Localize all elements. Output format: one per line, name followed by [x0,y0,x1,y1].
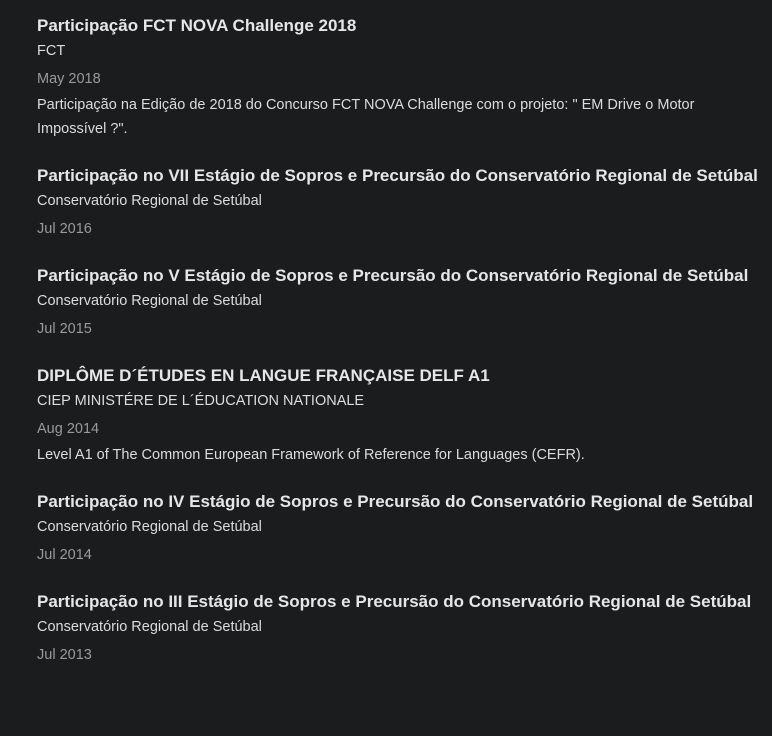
list-item: Participação no VII Estágio de Sopros e … [37,164,759,241]
item-title: Participação no VII Estágio de Sopros e … [37,166,758,185]
item-date: Aug 2014 [37,421,100,437]
item-date: Jul 2013 [37,647,92,663]
item-title: Participação FCT NOVA Challenge 2018 [37,16,357,35]
item-issuer: Conservatório Regional de Setúbal [37,293,262,309]
item-title: Participação no IV Estágio de Sopros e P… [37,492,754,511]
list-item: Participação FCT NOVA Challenge 2018 FCT… [37,14,759,141]
item-date: Jul 2016 [37,221,92,237]
item-date: Jul 2014 [37,547,92,563]
item-title: Participação no V Estágio de Sopros e Pr… [37,266,749,285]
list-item: Participação no V Estágio de Sopros e Pr… [37,264,759,341]
item-title: Participação no III Estágio de Sopros e … [37,592,752,611]
item-issuer: CIEP MINISTÉRE DE L´ÉDUCATION NATIONALE [37,393,365,409]
item-issuer: Conservatório Regional de Setúbal [37,519,262,535]
item-title: DIPLÔME D´ÉTUDES EN LANGUE FRANÇAISE DEL… [37,366,490,385]
item-description: Level A1 of The Common European Framewor… [37,447,585,463]
item-date: May 2018 [37,71,101,87]
item-issuer: Conservatório Regional de Setúbal [37,193,262,209]
item-issuer: Conservatório Regional de Setúbal [37,619,262,635]
item-description: Participação na Edição de 2018 do Concur… [37,97,695,137]
item-issuer: FCT [37,43,66,59]
honors-awards-list: Participação FCT NOVA Challenge 2018 FCT… [37,14,759,690]
list-item: Participação no III Estágio de Sopros e … [37,590,759,667]
list-item: Participação no IV Estágio de Sopros e P… [37,490,759,567]
list-item: DIPLÔME D´ÉTUDES EN LANGUE FRANÇAISE DEL… [37,364,759,467]
item-date: Jul 2015 [37,321,92,337]
